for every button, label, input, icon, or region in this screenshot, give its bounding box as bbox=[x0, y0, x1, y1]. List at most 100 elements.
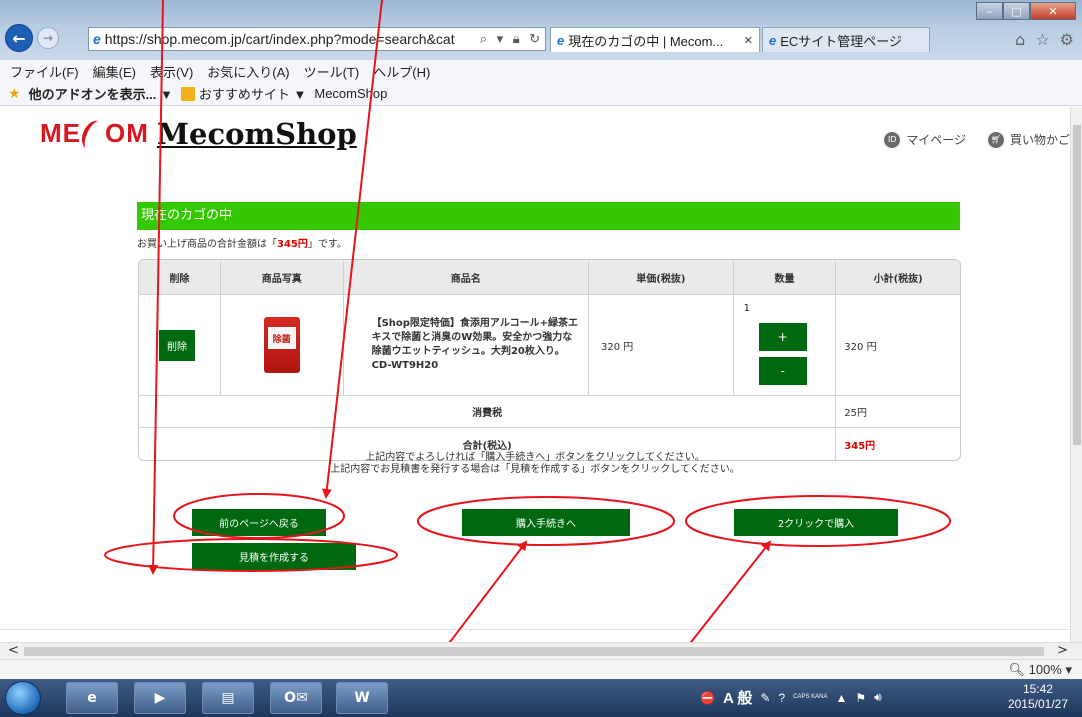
ie-tab-icon: e bbox=[557, 32, 565, 48]
lock-icon[interactable]: 🔒︎ bbox=[513, 31, 520, 47]
horizontal-scroll-thumb[interactable] bbox=[24, 647, 1044, 656]
cart-table: 削除 商品写真 商品名 単価(税抜) 数量 小計(税抜) 削除 除菌 【Shop… bbox=[138, 259, 961, 461]
delete-button[interactable]: 削除 bbox=[159, 329, 195, 361]
ie-page-icon: e bbox=[93, 31, 101, 47]
volume-icon[interactable]: 🔊︎ bbox=[874, 690, 882, 705]
browser-toolbar-icons: ⌂ ☆ ⚙ bbox=[1015, 30, 1074, 49]
col-subtotal: 小計(税抜) bbox=[836, 260, 960, 295]
cart-label: 買い物かご bbox=[1009, 133, 1070, 147]
footer-divider bbox=[0, 629, 1070, 630]
dropdown-icon[interactable]: ▾ bbox=[497, 31, 504, 47]
clock-date: 2015/01/27 bbox=[1007, 697, 1068, 711]
tab-label: ECサイト管理ページ bbox=[780, 33, 903, 49]
favorites-star-icon[interactable]: ☆ bbox=[1035, 30, 1049, 49]
home-icon[interactable]: ⌂ bbox=[1015, 30, 1025, 49]
status-bar: 🔍︎ 100% ▾ bbox=[0, 659, 1082, 679]
word-taskbar-icon[interactable]: W bbox=[336, 682, 388, 714]
menu-help[interactable]: ヘルプ(H) bbox=[373, 62, 430, 81]
menu-favorites[interactable]: お気に入り(A) bbox=[207, 62, 289, 81]
ie-tab-icon: e bbox=[769, 32, 777, 48]
col-image: 商品写真 bbox=[220, 260, 344, 295]
search-icon[interactable]: ⌕ bbox=[480, 31, 487, 47]
scroll-right-icon[interactable]: > bbox=[1057, 643, 1068, 658]
mypage-label: マイページ bbox=[906, 133, 966, 147]
flag-icon[interactable]: ⚑ bbox=[855, 691, 866, 705]
col-delete: 削除 bbox=[139, 260, 221, 295]
product-image-label: 除菌 bbox=[267, 327, 296, 349]
back-button[interactable]: ← bbox=[5, 24, 33, 52]
refresh-icon[interactable]: ↻ bbox=[529, 31, 540, 47]
horizontal-scrollbar[interactable]: < > bbox=[0, 642, 1082, 659]
fav-mecomshop[interactable]: MecomShop bbox=[0, 86, 1070, 717]
system-clock[interactable]: 15:42 2015/01/27 bbox=[1008, 682, 1068, 712]
tab-cart[interactable]: e 現在のカゴの中 | Mecom... ✕ bbox=[550, 27, 760, 52]
logo-swoosh bbox=[77, 117, 109, 153]
mypage-icon: ID bbox=[884, 131, 901, 148]
caps-kana-indicator: CAPS KANA bbox=[793, 694, 828, 700]
system-tray: ⛔ A 般 ✎ ? CAPS KANA ▲ ⚑ 🔊︎ bbox=[700, 687, 882, 708]
address-bar[interactable]: e https://shop.mecom.jp/cart/index.php?m… bbox=[88, 27, 546, 51]
outlook-taskbar-icon[interactable]: O✉ bbox=[270, 682, 322, 714]
close-window-button[interactable]: ✕ bbox=[1030, 2, 1076, 20]
vertical-scrollbar[interactable] bbox=[1070, 107, 1082, 642]
ie-taskbar-icon[interactable]: e bbox=[66, 682, 118, 714]
tax-row: 消費税 25円 bbox=[139, 396, 960, 428]
table-row: 削除 除菌 【Shop限定特価】食添用アルコール+緑茶エキスで除菌と消臭のW効果… bbox=[139, 295, 960, 396]
ime-tools-icon[interactable]: ✎ bbox=[760, 691, 770, 705]
close-tab-icon[interactable]: ✕ bbox=[744, 34, 753, 47]
product-image[interactable]: 除菌 bbox=[263, 317, 300, 373]
proceed-to-checkout-button[interactable]: 購入手続きへ bbox=[462, 509, 630, 536]
ime-indicator[interactable]: A 般 bbox=[723, 687, 752, 708]
notice-line-2: 上記内容でお見積書を発行する場合は「見積を作成する」ボタンをクリックしてください… bbox=[330, 464, 740, 475]
fav-suggested-sites[interactable]: おすすめサイト ▼ bbox=[180, 84, 306, 103]
cart-total-summary: お買い上げ商品の合計金額は「345円」です。 bbox=[137, 235, 347, 250]
tab-label: 現在のカゴの中 | Mecom... bbox=[568, 33, 724, 49]
menu-tools[interactable]: ツール(T) bbox=[304, 62, 360, 81]
tax-value: 25円 bbox=[836, 396, 960, 428]
col-price: 単価(税抜) bbox=[589, 260, 734, 295]
menu-file[interactable]: ファイル(F) bbox=[10, 62, 79, 81]
security-alert-icon[interactable]: ⛔ bbox=[700, 691, 715, 705]
zoom-level[interactable]: 🔍︎ 100% ▾ bbox=[1008, 662, 1072, 678]
minimize-button[interactable]: – bbox=[976, 2, 1003, 20]
clock-time: 15:42 bbox=[1022, 682, 1053, 696]
tab-admin[interactable]: e ECサイト管理ページ bbox=[762, 27, 930, 52]
cart-link[interactable]: 🛒︎ 買い物かご bbox=[987, 131, 1070, 148]
forward-button[interactable]: → bbox=[37, 27, 59, 49]
fav-addons[interactable]: 他のアドオンを表示... ▼ bbox=[0, 84, 1070, 717]
quantity-minus-button[interactable]: - bbox=[758, 357, 807, 385]
quantity-plus-button[interactable]: + bbox=[758, 323, 807, 351]
header-links: ID マイページ 🛒︎ 買い物かご bbox=[884, 131, 1070, 148]
col-qty: 数量 bbox=[733, 260, 837, 295]
logo-mark: ME OM bbox=[40, 117, 149, 153]
site-logo[interactable]: ME OM MecomShop bbox=[40, 117, 357, 153]
vertical-scroll-thumb[interactable] bbox=[1073, 125, 1081, 445]
menu-view[interactable]: 表示(V) bbox=[150, 62, 193, 81]
bing-icon bbox=[180, 86, 195, 101]
create-estimate-button[interactable]: 見積を作成する bbox=[192, 543, 356, 570]
image-cell: 除菌 bbox=[220, 295, 344, 396]
two-click-purchase-button[interactable]: 2クリックで購入 bbox=[734, 509, 898, 536]
cart-icon: 🛒︎ bbox=[987, 131, 1004, 148]
back-page-button[interactable]: 前のページへ戻る bbox=[192, 509, 326, 536]
help-icon[interactable]: ? bbox=[778, 691, 785, 705]
tray-expand-icon[interactable]: ▲ bbox=[836, 691, 848, 705]
fav-mecomshop-label: MecomShop bbox=[314, 86, 388, 101]
menu-bar: ファイル(F) 編集(E) 表示(V) お気に入り(A) ツール(T) ヘルプ(… bbox=[0, 60, 1082, 82]
quantity-value: 1 bbox=[743, 303, 750, 314]
gear-icon[interactable]: ⚙ bbox=[1060, 30, 1074, 49]
col-name: 商品名 bbox=[343, 260, 590, 295]
menu-edit[interactable]: 編集(E) bbox=[93, 62, 136, 81]
favorites-icon[interactable]: ★ bbox=[8, 85, 21, 102]
maximize-button[interactable]: □ bbox=[1003, 2, 1030, 20]
browser-titlebar: – □ ✕ ← → e https://shop.mecom.jp/cart/i… bbox=[0, 0, 1082, 60]
start-button[interactable] bbox=[5, 681, 41, 715]
mypage-link[interactable]: ID マイページ bbox=[884, 131, 966, 148]
media-player-taskbar-icon[interactable]: ▶ bbox=[134, 682, 186, 714]
scroll-left-icon[interactable]: < bbox=[8, 643, 19, 658]
tax-label: 消費税 bbox=[139, 396, 837, 428]
explorer-taskbar-icon[interactable]: ▤ bbox=[202, 682, 254, 714]
total-suffix: 」です。 bbox=[307, 239, 347, 250]
address-tools: ⌕ ▾ 🔒︎ ↻ bbox=[475, 31, 545, 47]
delete-cell: 削除 bbox=[139, 295, 221, 396]
